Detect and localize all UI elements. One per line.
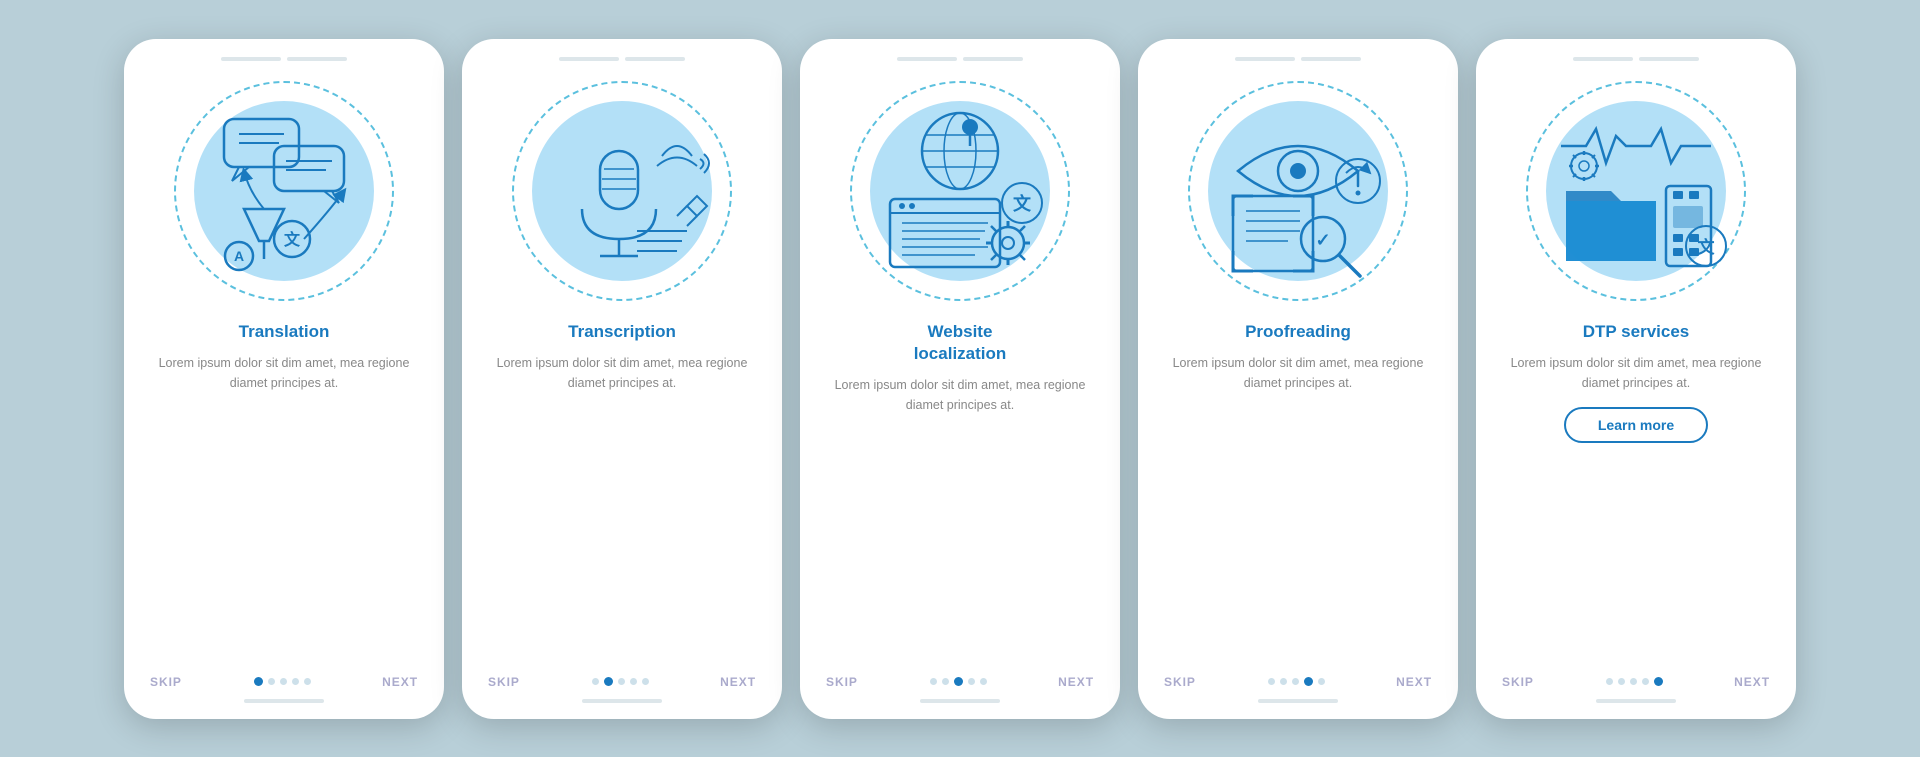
bottom-line-5 <box>1596 699 1676 703</box>
proofreading-icon: ✓ <box>1198 91 1398 291</box>
dot-4-4 <box>1304 677 1313 686</box>
skip-label-3[interactable]: SKIP <box>826 675 858 689</box>
card-bottom-translation: SKIP NEXT <box>142 675 426 689</box>
bottom-line-3 <box>920 699 1000 703</box>
card-desc-translation: Lorem ipsum dolor sit dim amet, mea regi… <box>142 353 426 393</box>
top-bar-line <box>625 57 685 61</box>
illustration-transcription <box>502 71 742 311</box>
dot-1-5 <box>304 678 311 685</box>
dtp-services-icon: 文 <box>1536 91 1736 291</box>
next-label-2[interactable]: NEXT <box>720 675 756 689</box>
dot-5-3 <box>1630 678 1637 685</box>
skip-label-1[interactable]: SKIP <box>150 675 182 689</box>
top-bar-line <box>1301 57 1361 61</box>
card-dtp-services: 文 DTP services Lorem ipsum dolor sit dim… <box>1476 39 1796 719</box>
dots-row-3 <box>930 677 987 686</box>
top-bar-line <box>221 57 281 61</box>
cards-container: 文 A Translation Lorem ipsum dolor sit di… <box>124 39 1796 719</box>
illustration-dtp: 文 <box>1516 71 1756 311</box>
dot-2-3 <box>618 678 625 685</box>
dot-1-1 <box>254 677 263 686</box>
dot-3-2 <box>942 678 949 685</box>
card-bottom-proofreading: SKIP NEXT <box>1156 675 1440 689</box>
dots-row-2 <box>592 677 649 686</box>
dot-2-2 <box>604 677 613 686</box>
dot-5-4 <box>1642 678 1649 685</box>
card-title-translation: Translation <box>239 321 330 343</box>
bottom-line-1 <box>244 699 324 703</box>
top-bar-line <box>963 57 1023 61</box>
transcription-icon <box>522 91 722 291</box>
next-label-3[interactable]: NEXT <box>1058 675 1094 689</box>
dot-2-4 <box>630 678 637 685</box>
top-bar-line <box>559 57 619 61</box>
card-bottom-website: SKIP NEXT <box>818 675 1102 689</box>
svg-text:✓: ✓ <box>1315 230 1330 250</box>
svg-text:文: 文 <box>284 230 301 249</box>
dots-row-1 <box>254 677 311 686</box>
dot-2-1 <box>592 678 599 685</box>
dot-5-5 <box>1654 677 1663 686</box>
skip-label-5[interactable]: SKIP <box>1502 675 1534 689</box>
card-desc-dtp: Lorem ipsum dolor sit dim amet, mea regi… <box>1494 353 1778 393</box>
dot-1-4 <box>292 678 299 685</box>
top-bar-line <box>1573 57 1633 61</box>
dot-4-1 <box>1268 678 1275 685</box>
dot-4-3 <box>1292 678 1299 685</box>
card-title-transcription: Transcription <box>568 321 676 343</box>
svg-text:文: 文 <box>1013 193 1032 214</box>
translation-icon: 文 A <box>184 91 384 291</box>
top-bar-3 <box>818 57 1102 61</box>
skip-label-4[interactable]: SKIP <box>1164 675 1196 689</box>
dot-5-1 <box>1606 678 1613 685</box>
dot-1-3 <box>280 678 287 685</box>
dot-2-5 <box>642 678 649 685</box>
dot-5-2 <box>1618 678 1625 685</box>
top-bar-1 <box>142 57 426 61</box>
dot-1-2 <box>268 678 275 685</box>
card-desc-proofreading: Lorem ipsum dolor sit dim amet, mea regi… <box>1156 353 1440 393</box>
dots-row-5 <box>1606 677 1663 686</box>
illustration-website: 文 <box>840 71 1080 311</box>
skip-label-2[interactable]: SKIP <box>488 675 520 689</box>
card-translation: 文 A Translation Lorem ipsum dolor sit di… <box>124 39 444 719</box>
next-label-5[interactable]: NEXT <box>1734 675 1770 689</box>
card-transcription: Transcription Lorem ipsum dolor sit dim … <box>462 39 782 719</box>
card-desc-website: Lorem ipsum dolor sit dim amet, mea regi… <box>818 375 1102 415</box>
dot-3-3 <box>954 677 963 686</box>
card-title-proofreading: Proofreading <box>1245 321 1351 343</box>
top-bar-line <box>287 57 347 61</box>
top-bar-2 <box>480 57 764 61</box>
top-bar-line <box>897 57 957 61</box>
svg-text:A: A <box>234 248 244 264</box>
illustration-translation: 文 A <box>164 71 404 311</box>
dot-4-5 <box>1318 678 1325 685</box>
learn-more-button[interactable]: Learn more <box>1564 407 1708 443</box>
dots-row-4 <box>1268 677 1325 686</box>
website-localization-icon: 文 <box>860 91 1060 291</box>
card-title-website: Website localization <box>914 321 1007 365</box>
dot-4-2 <box>1280 678 1287 685</box>
top-bar-5 <box>1494 57 1778 61</box>
next-label-1[interactable]: NEXT <box>382 675 418 689</box>
card-proofreading: ✓ Proofreading Lorem ipsum dolor sit dim… <box>1138 39 1458 719</box>
card-desc-transcription: Lorem ipsum dolor sit dim amet, mea regi… <box>480 353 764 393</box>
card-website-localization: 文 Website localization Lorem ipsum dolor… <box>800 39 1120 719</box>
next-label-4[interactable]: NEXT <box>1396 675 1432 689</box>
dot-3-5 <box>980 678 987 685</box>
dot-3-1 <box>930 678 937 685</box>
bottom-line-4 <box>1258 699 1338 703</box>
bottom-line-2 <box>582 699 662 703</box>
card-bottom-transcription: SKIP NEXT <box>480 675 764 689</box>
svg-text:文: 文 <box>1698 237 1716 257</box>
card-title-dtp: DTP services <box>1583 321 1689 343</box>
top-bar-4 <box>1156 57 1440 61</box>
dot-3-4 <box>968 678 975 685</box>
card-bottom-dtp: SKIP NEXT <box>1494 675 1778 689</box>
top-bar-line <box>1235 57 1295 61</box>
illustration-proofreading: ✓ <box>1178 71 1418 311</box>
top-bar-line <box>1639 57 1699 61</box>
